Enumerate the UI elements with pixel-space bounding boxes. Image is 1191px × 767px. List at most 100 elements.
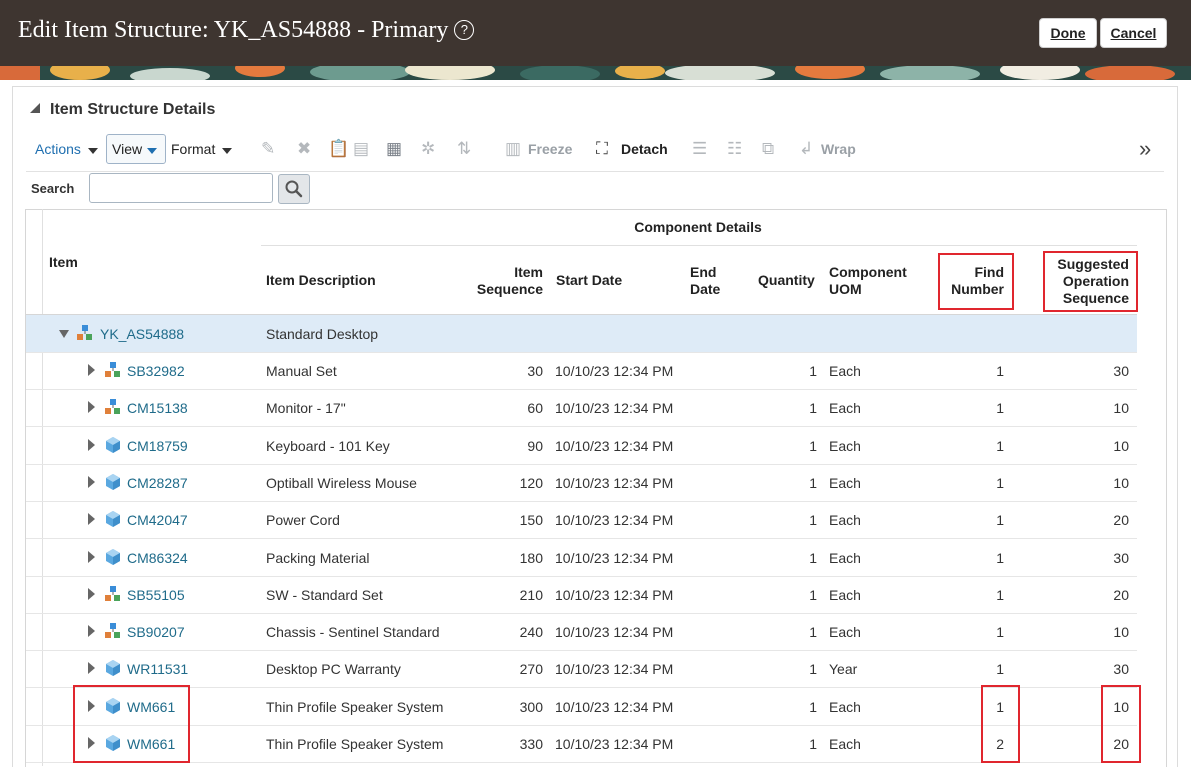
item-number-link[interactable]: CM15138 <box>127 400 188 416</box>
expand-row-icon[interactable] <box>88 588 95 600</box>
structure-icon <box>104 361 122 379</box>
start-date: 10/10/23 12:34 PM <box>555 587 674 603</box>
paste-icon[interactable]: ▤ <box>353 139 369 159</box>
item-cube-icon <box>104 548 122 566</box>
expand-row-icon[interactable] <box>88 551 95 563</box>
wrap-button[interactable]: Wrap <box>821 141 856 157</box>
copy-icon[interactable]: 📋 <box>328 139 349 159</box>
item-sequence: 330 <box>519 736 543 752</box>
table-row[interactable]: WR11531 Desktop PC Warranty 270 10/10/23 12… <box>26 650 1137 688</box>
search-button[interactable] <box>278 174 310 204</box>
item-number-link[interactable]: CM18759 <box>127 438 188 454</box>
search-input[interactable] <box>89 173 273 203</box>
delete-icon[interactable]: ✖ <box>297 139 311 159</box>
item-number-link[interactable]: SB90207 <box>127 624 185 640</box>
table-row[interactable]: CM18759 Keyboard - 101 Key 90 10/10/23 12:3… <box>26 427 1137 465</box>
expand-row-icon[interactable] <box>88 439 95 451</box>
table-row[interactable]: SB90207 Chassis - Sentinel Standard 240 10/… <box>26 613 1137 651</box>
highlight-op-seq-header <box>1043 251 1138 312</box>
table-row[interactable]: CM15138 Monitor - 17" 60 10/10/23 12:34 PM 1… <box>26 389 1137 427</box>
table-row[interactable]: CM28287 Optiball Wireless Mouse 120 10/10/2… <box>26 464 1137 502</box>
expand-row-icon[interactable] <box>88 513 95 525</box>
format-menu[interactable]: Format <box>171 141 215 157</box>
actions-caret-icon[interactable] <box>88 148 98 154</box>
move-icon[interactable]: ⧉ <box>762 139 774 159</box>
col-header-uom-line1: Component <box>829 264 907 280</box>
freeze-button[interactable]: Freeze <box>528 141 572 157</box>
table-row[interactable]: CM86324 Packing Material 180 10/10/23 12:34… <box>26 539 1137 577</box>
item-number-link[interactable]: SB55105 <box>127 587 185 603</box>
item-number-link[interactable]: WR11531 <box>127 661 188 677</box>
freeze-icon[interactable]: ▥ <box>505 139 521 159</box>
item-description: Thin Profile Speaker System <box>266 699 444 715</box>
detach-button[interactable]: Detach <box>621 141 668 157</box>
col-header-uom-line2: UOM <box>829 281 862 297</box>
table-row[interactable]: SB55105 SW - Standard Set 210 10/10/23 12:3… <box>26 576 1137 614</box>
toolbar-overflow-icon[interactable]: » <box>1139 136 1151 162</box>
component-uom: Each <box>829 624 861 640</box>
quantity: 1 <box>809 736 817 752</box>
col-header-end-date[interactable]: End Date <box>690 264 720 298</box>
help-icon[interactable]: ? <box>454 20 475 40</box>
suggested-operation-sequence: 20 <box>1113 512 1129 528</box>
edit-icon[interactable]: ✎ <box>261 139 275 159</box>
col-header-uom[interactable]: Component UOM <box>829 264 907 298</box>
explode-icon[interactable]: ✲ <box>421 139 435 159</box>
col-header-quantity[interactable]: Quantity <box>758 272 815 289</box>
start-date: 10/10/23 12:34 PM <box>555 550 674 566</box>
find-number: 1 <box>996 438 1004 454</box>
toolbar-divider <box>26 171 1164 172</box>
expand-row-icon[interactable] <box>88 625 95 637</box>
item-number-link[interactable]: SB32982 <box>127 363 185 379</box>
root-item-link[interactable]: YK_AS54888 <box>100 326 184 342</box>
item-number-link[interactable]: CM28287 <box>127 475 188 491</box>
table-row[interactable]: WM661 Thin Profile Speaker System 330 10/10… <box>26 725 1137 763</box>
expand-row-icon[interactable] <box>88 662 95 674</box>
item-description: Desktop PC Warranty <box>266 661 401 677</box>
page-title: Edit Item Structure: YK_AS54888 - Primar… <box>18 17 475 44</box>
col-header-description[interactable]: Item Description <box>266 272 376 289</box>
outdent-icon[interactable]: ☷ <box>727 139 742 159</box>
col-header-item[interactable]: Item <box>49 254 78 271</box>
wrap-icon[interactable]: ↲ <box>799 139 813 159</box>
col-header-sequence[interactable]: Item Sequence <box>468 264 543 298</box>
view-caret-icon[interactable] <box>147 148 157 154</box>
item-number-link[interactable]: CM86324 <box>127 550 188 566</box>
view-menu-label[interactable]: View <box>112 141 142 157</box>
actions-menu[interactable]: Actions <box>35 141 81 157</box>
component-uom: Each <box>829 587 861 603</box>
item-description: Manual Set <box>266 363 337 379</box>
expand-row-icon[interactable] <box>88 401 95 413</box>
structure-icon <box>104 585 122 603</box>
table-row-root[interactable]: YK_AS54888 Standard Desktop <box>26 315 1137 353</box>
table-row[interactable]: WM661 Thin Profile Speaker System 300 10/10… <box>26 688 1137 726</box>
done-button[interactable]: Done <box>1039 18 1097 48</box>
quantity: 1 <box>809 363 817 379</box>
suggested-operation-sequence: 30 <box>1113 550 1129 566</box>
cancel-button[interactable]: Cancel <box>1100 18 1167 48</box>
collapse-row-icon[interactable] <box>59 330 69 338</box>
indent-icon[interactable]: ☰ <box>692 139 707 159</box>
table-row[interactable]: SB32982 Manual Set 30 10/10/23 12:34 PM 1 Eac… <box>26 352 1137 390</box>
expand-row-icon[interactable] <box>88 364 95 376</box>
item-description: Packing Material <box>266 550 370 566</box>
find-number: 1 <box>996 661 1004 677</box>
item-description: Optiball Wireless Mouse <box>266 475 417 491</box>
start-date: 10/10/23 12:34 PM <box>555 512 674 528</box>
detach-icon[interactable]: ⛶ <box>596 139 608 159</box>
quantity: 1 <box>809 438 817 454</box>
format-caret-icon[interactable] <box>222 148 232 154</box>
root-item-description: Standard Desktop <box>266 326 379 342</box>
component-uom: Each <box>829 363 861 379</box>
suggested-operation-sequence: 30 <box>1113 363 1129 379</box>
col-header-start-date[interactable]: Start Date <box>556 272 622 289</box>
collapse-section-icon[interactable] <box>30 103 40 113</box>
start-date: 10/10/23 12:34 PM <box>555 475 674 491</box>
section-header[interactable]: Item Structure Details <box>30 101 215 119</box>
item-number-link[interactable]: CM42047 <box>127 512 188 528</box>
sort-icon[interactable]: ⇅ <box>457 139 471 159</box>
expand-row-icon[interactable] <box>88 476 95 488</box>
table-row[interactable]: CM42047 Power Cord 150 10/10/23 12:34 PM 1 Ea… <box>26 501 1137 539</box>
add-row-icon[interactable]: ▦ <box>386 139 402 159</box>
highlight-op-seq-values <box>1101 685 1141 763</box>
